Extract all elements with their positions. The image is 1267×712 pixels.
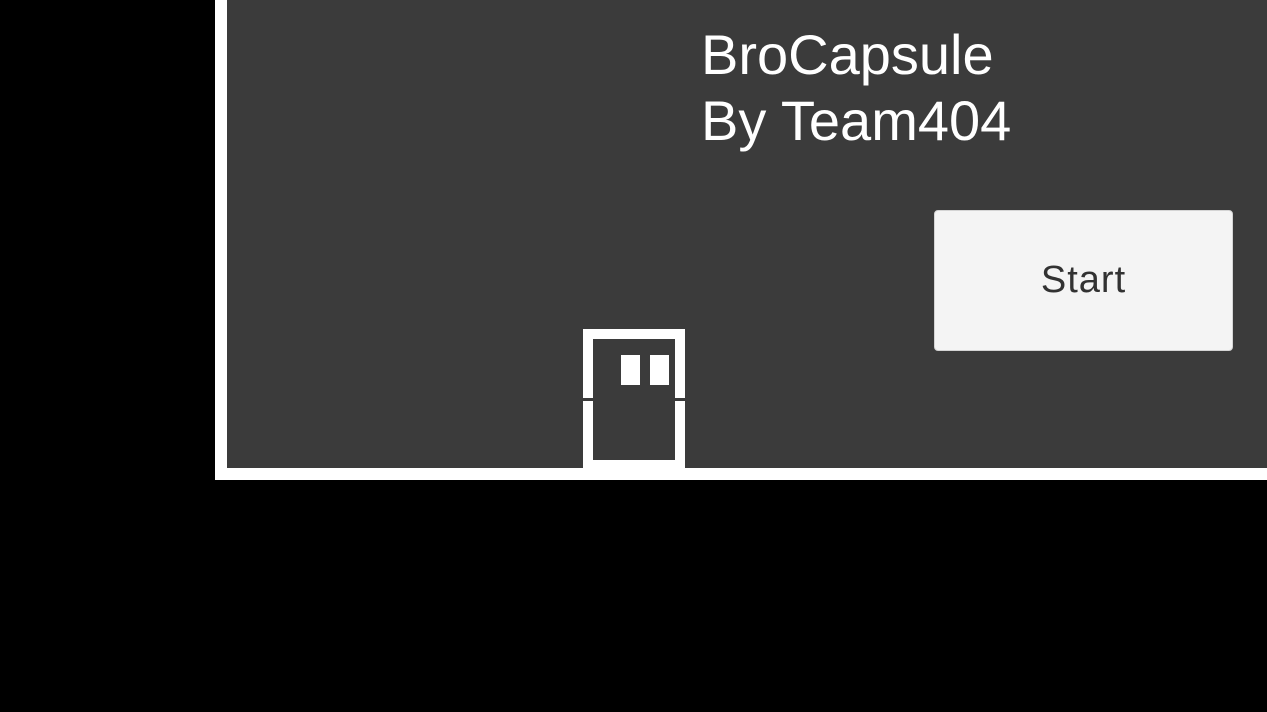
player-body-seam — [583, 398, 685, 401]
game-title-credit: By Team404 — [701, 89, 1012, 152]
game-title-name: BroCapsule — [701, 23, 994, 86]
player-left-eye — [621, 355, 640, 385]
capsule-character-icon — [583, 329, 685, 470]
player-right-eye — [650, 355, 669, 385]
game-title: BroCapsule By Team404 — [701, 22, 1011, 154]
start-button[interactable]: Start — [934, 210, 1233, 351]
game-screen: BroCapsule By Team404 Start — [0, 0, 1267, 712]
